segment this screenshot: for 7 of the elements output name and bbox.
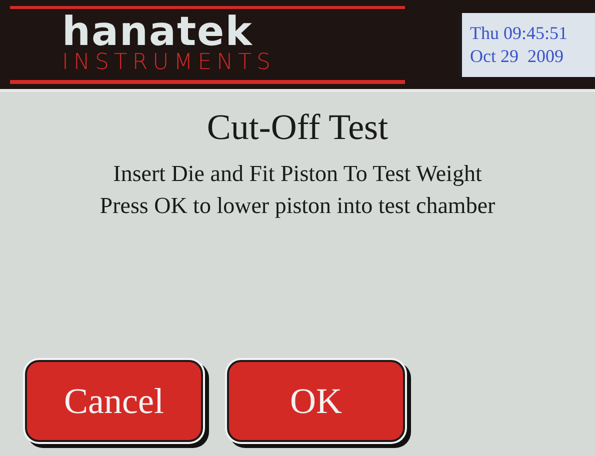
logo-tagline: INSTRUMENTS [62,51,276,75]
instruction-text: Insert Die and Fit Piston To Test Weight [113,160,482,188]
dialog-title: Cut-Off Test [206,106,388,148]
clock-date: Oct 29 2009 [470,46,564,66]
clock-time: Thu 09:45:51 [470,22,568,44]
logo-name: hanatek [62,13,253,51]
instruction-text: Press OK to lower piston into test chamber [100,192,496,220]
